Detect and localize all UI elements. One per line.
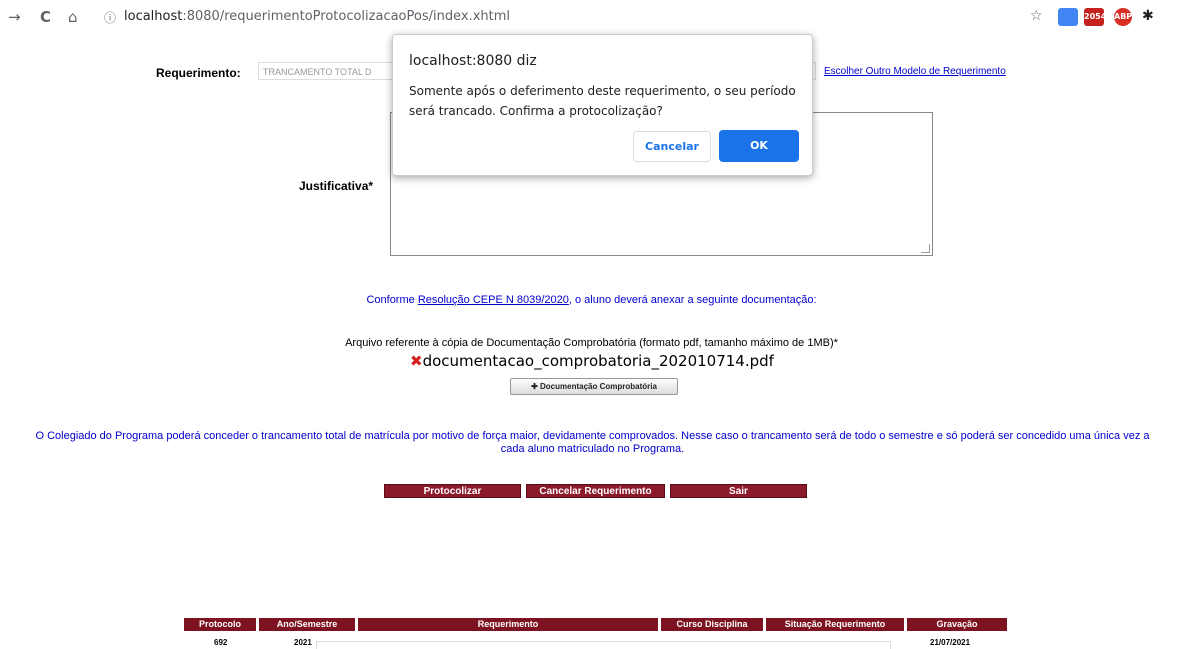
gmail-extension-icon[interactable]: 2054 [1084, 8, 1106, 26]
table-cell-requerimento [316, 641, 891, 649]
colegiado-notice: O Colegiado do Programa poderá conceder … [35, 430, 1150, 455]
browser-toolbar: → C ⌂ ⓘ localhost:8080/requerimentoProto… [0, 0, 1183, 36]
cancelar-requerimento-button[interactable]: Cancelar Requerimento [526, 484, 665, 498]
resolucao-link[interactable]: Resolução CEPE N 8039/2020 [418, 294, 569, 306]
dialog-ok-button[interactable]: OK [719, 130, 799, 162]
conforme-suffix: , o aluno deverá anexar a seguinte docum… [568, 294, 817, 306]
reload-icon[interactable]: C [40, 8, 51, 26]
url-path: :8080/requerimentoProtocolizacaoPos/inde… [182, 9, 510, 24]
table-cell-protocolo: 692 [214, 638, 228, 647]
table-header-curso: Curso Disciplina [661, 618, 763, 631]
remove-file-icon[interactable]: ✖ [410, 352, 423, 370]
justificativa-label: Justificativa* [299, 179, 374, 193]
table-header-ano: Ano/Semestre [259, 618, 355, 631]
confirm-dialog: localhost:8080 diz Somente após o deferi… [392, 34, 813, 176]
adblock-extension-icon[interactable]: ABP [1114, 8, 1132, 26]
requerimento-select[interactable]: TRANCAMENTO TOTAL D [258, 62, 398, 80]
protocolizar-button[interactable]: Protocolizar [384, 484, 521, 498]
table-header-gravacao: Gravação [907, 618, 1007, 631]
extensions-puzzle-icon[interactable]: ✱ [1142, 8, 1154, 24]
table-header-protocolo: Protocolo [184, 618, 256, 631]
escolher-modelo-link[interactable]: Escolher Outro Modelo de Requerimento [824, 66, 1006, 77]
dialog-cancel-button[interactable]: Cancelar [633, 131, 711, 162]
uploaded-file: ✖documentacao_comprobatoria_202010714.pd… [410, 352, 774, 370]
conforme-text: Conforme Resolução CEPE N 8039/2020, o a… [0, 294, 1183, 306]
arquivo-label: Arquivo referente à cópia de Documentaçã… [345, 337, 838, 349]
table-cell-ano: 2021 [294, 638, 312, 647]
site-info-icon[interactable]: ⓘ [104, 9, 116, 26]
resize-handle-icon[interactable] [921, 244, 930, 253]
home-icon[interactable]: ⌂ [68, 8, 78, 26]
dialog-message: Somente após o deferimento deste requeri… [409, 84, 796, 118]
forward-icon[interactable]: → [8, 8, 21, 26]
dialog-title: localhost:8080 diz [409, 53, 537, 69]
conforme-prefix: Conforme [366, 294, 418, 306]
sair-button[interactable]: Sair [670, 484, 807, 498]
file-name: documentacao_comprobatoria_202010714.pdf [422, 352, 774, 370]
requerimento-label: Requerimento: [156, 66, 241, 80]
bookmark-star-icon[interactable]: ☆ [1030, 8, 1043, 24]
translate-extension-icon[interactable] [1058, 8, 1078, 26]
table-header-requerimento: Requerimento [358, 618, 658, 631]
add-documentacao-button[interactable]: ✚ Documentação Comprobatória [510, 378, 678, 395]
table-cell-gravacao: 21/07/2021 [930, 638, 971, 647]
table-header-situacao: Situação Requerimento [766, 618, 904, 631]
url-host: localhost [124, 9, 183, 24]
address-bar[interactable]: localhost:8080/requerimentoProtocolizaca… [124, 9, 510, 24]
